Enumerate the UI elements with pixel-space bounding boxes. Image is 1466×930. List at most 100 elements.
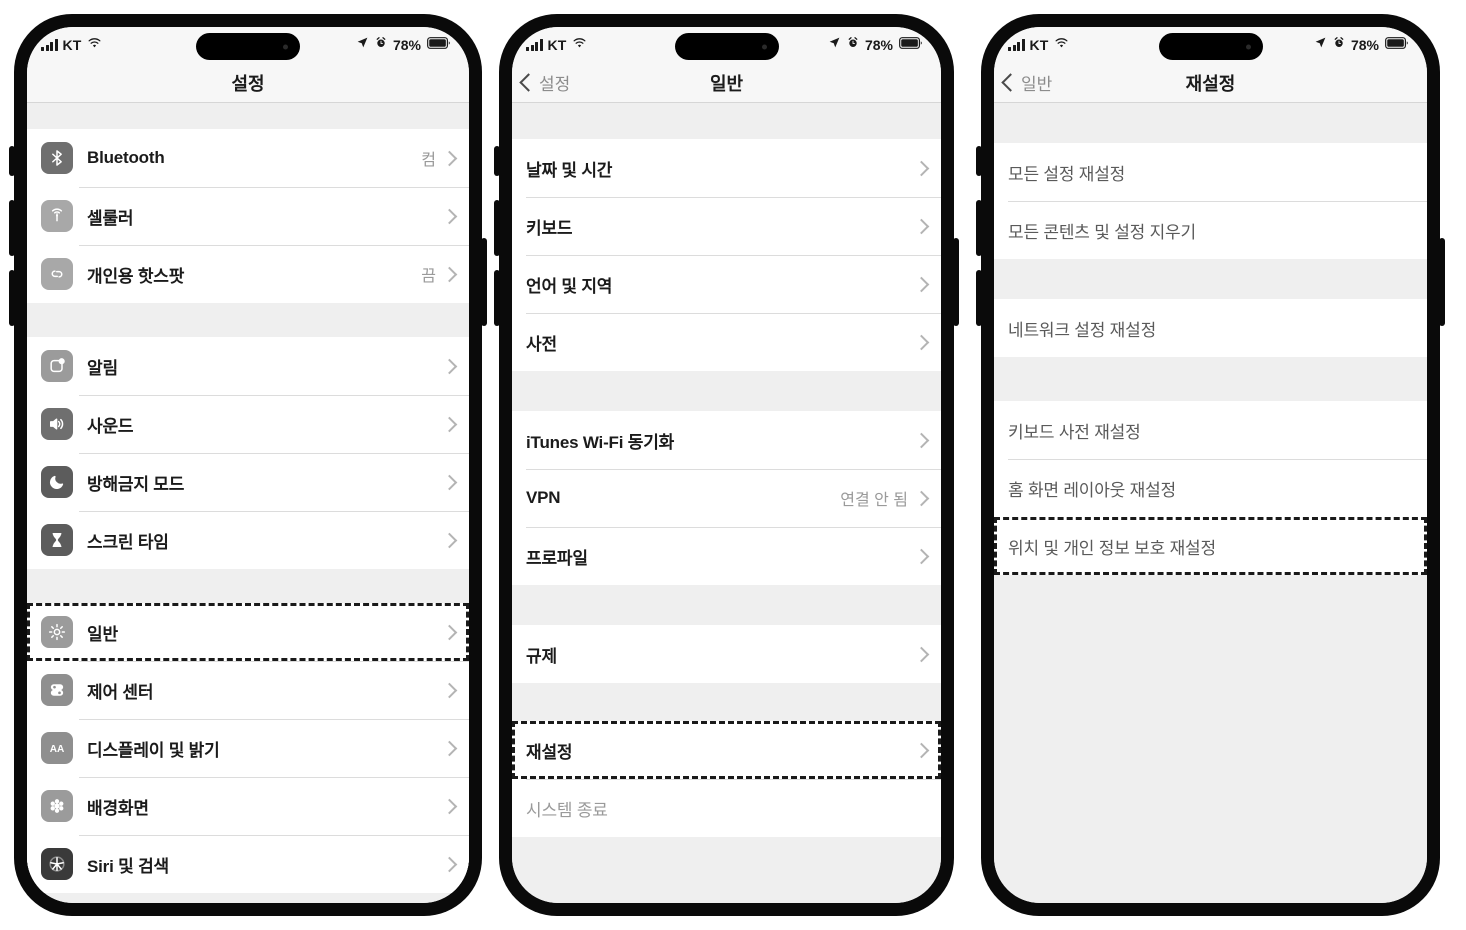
chevron-left-icon bbox=[519, 73, 538, 92]
list-item[interactable]: 날짜 및 시간 bbox=[512, 139, 941, 197]
list-section: 네트워크 설정 재설정 bbox=[994, 299, 1427, 357]
dynamic-island bbox=[196, 33, 300, 60]
list-item-label: 사운드 bbox=[87, 416, 134, 436]
list-item[interactable]: 규제 bbox=[512, 625, 941, 683]
list-item-label: Siri 및 검색 bbox=[87, 856, 169, 876]
list-item-label: 홈 화면 레이아웃 재설정 bbox=[1008, 480, 1176, 500]
list-item[interactable]: 모든 콘텐츠 및 설정 지우기 bbox=[994, 201, 1427, 259]
settings-list[interactable]: Bluetooth 컴 셀룰러 개인용 핫스팟 끔알림사운드방해금지 모드스크린 타임일… bbox=[27, 103, 469, 903]
cellular-icon bbox=[41, 200, 73, 232]
personal-hotspot-icon bbox=[41, 258, 73, 290]
list-item[interactable]: 홈 화면 레이아웃 재설정 bbox=[994, 459, 1427, 517]
sounds-icon bbox=[41, 408, 73, 440]
signal-bars-icon bbox=[1008, 39, 1025, 51]
list-item-label: 키보드 bbox=[526, 218, 573, 238]
settings-list[interactable]: 날짜 및 시간키보드언어 및 지역 사전 iTunes Wi-Fi 동기화 VPN 연결… bbox=[512, 103, 941, 903]
list-item[interactable]: 사운드 bbox=[27, 395, 469, 453]
back-button[interactable]: 일반 bbox=[994, 70, 1052, 95]
settings-list[interactable]: 모든 설정 재설정 모든 콘텐츠 및 설정 지우기네트워크 설정 재설정키보드 사… bbox=[994, 103, 1427, 903]
nav-bar: 설정 일반 bbox=[512, 63, 941, 103]
list-item[interactable]: 셀룰러 bbox=[27, 187, 469, 245]
volume-down-button[interactable] bbox=[494, 270, 500, 326]
chevron-right-icon bbox=[441, 474, 458, 490]
phone-screen: KT 78% 설정 Bluetooth 컴 셀룰러 개인용 핫스팟 끔 알림 사운드 방해금지 모드… bbox=[27, 27, 469, 903]
back-button[interactable]: 설정 bbox=[512, 70, 570, 95]
dynamic-island bbox=[1158, 33, 1263, 60]
list-item[interactable]: 키보드 사전 재설정 bbox=[994, 401, 1427, 459]
page-title: 일반 bbox=[709, 73, 744, 94]
list-item[interactable]: 재설정 bbox=[512, 721, 941, 779]
list-item-label: 위치 및 개인 정보 보호 재설정 bbox=[1008, 538, 1216, 558]
list-item-label: 배경화면 bbox=[87, 798, 149, 818]
list-item[interactable]: iTunes Wi-Fi 동기화 bbox=[512, 411, 941, 469]
list-section: 알림사운드방해금지 모드스크린 타임 bbox=[27, 337, 469, 569]
power-button[interactable] bbox=[481, 238, 487, 326]
list-item[interactable]: 시스템 종료 bbox=[512, 779, 941, 837]
back-button-label: 설정 bbox=[539, 75, 571, 94]
list-item[interactable]: 키보드 bbox=[512, 197, 941, 255]
status-bar: KT 78% bbox=[27, 27, 469, 63]
volume-up-button[interactable] bbox=[976, 200, 982, 256]
list-item[interactable]: 일반 bbox=[27, 603, 469, 661]
alarm-clock-icon bbox=[1333, 36, 1345, 54]
volume-down-button[interactable] bbox=[9, 270, 15, 326]
list-item-label: 디스플레이 및 밝기 bbox=[87, 740, 220, 760]
list-item[interactable]: 네트워크 설정 재설정 bbox=[994, 299, 1427, 357]
list-item[interactable]: 언어 및 지역 bbox=[512, 255, 941, 313]
status-bar: KT 78% bbox=[512, 27, 941, 63]
list-item-label: 개인용 핫스팟 bbox=[87, 266, 185, 286]
chevron-right-icon bbox=[441, 532, 458, 548]
list-item-label: iTunes Wi-Fi 동기화 bbox=[526, 432, 675, 452]
power-button[interactable] bbox=[1439, 238, 1445, 326]
list-item[interactable]: Siri 및 검색 bbox=[27, 835, 469, 893]
list-item[interactable]: AA 디스플레이 및 밝기 bbox=[27, 719, 469, 777]
volume-up-button[interactable] bbox=[9, 200, 15, 256]
volume-down-button[interactable] bbox=[976, 270, 982, 326]
list-item[interactable]: 프로파일 bbox=[512, 527, 941, 585]
list-section: 일반제어 센터 AA 디스플레이 및 밝기배경화면 Siri 및 검색 bbox=[27, 603, 469, 893]
list-item-label: 스크린 타임 bbox=[87, 532, 169, 552]
chevron-right-icon bbox=[913, 646, 930, 662]
power-button[interactable] bbox=[953, 238, 959, 326]
list-item[interactable]: 위치 및 개인 정보 보호 재설정 bbox=[994, 517, 1427, 575]
chevron-right-icon bbox=[913, 160, 930, 176]
list-item[interactable]: VPN 연결 안 됨 bbox=[512, 469, 941, 527]
dynamic-island bbox=[674, 33, 779, 60]
list-item[interactable]: 방해금지 모드 bbox=[27, 453, 469, 511]
list-section: iTunes Wi-Fi 동기화 VPN 연결 안 됨 프로파일 bbox=[512, 411, 941, 585]
chevron-right-icon bbox=[441, 798, 458, 814]
list-item[interactable]: 모든 설정 재설정 bbox=[994, 143, 1427, 201]
list-item-label: 일반 bbox=[87, 624, 118, 644]
phone-settings-root: KT 78% 설정 Bluetooth 컴 셀룰러 개인용 핫스팟 끔 알림 사운드 방해금지 모드… bbox=[9, 14, 487, 916]
silent-switch[interactable] bbox=[494, 146, 500, 176]
list-item[interactable]: 개인용 핫스팟 끔 bbox=[27, 245, 469, 303]
wifi-icon bbox=[1054, 36, 1069, 54]
status-bar-left: KT bbox=[1008, 36, 1069, 54]
chevron-right-icon bbox=[913, 334, 930, 350]
list-section: 모든 설정 재설정 모든 콘텐츠 및 설정 지우기 bbox=[994, 143, 1427, 259]
silent-switch[interactable] bbox=[976, 146, 982, 176]
list-item[interactable]: 배경화면 bbox=[27, 777, 469, 835]
section-gap bbox=[994, 259, 1427, 299]
list-item[interactable]: 스크린 타임 bbox=[27, 511, 469, 569]
silent-switch[interactable] bbox=[9, 146, 15, 176]
chevron-right-icon bbox=[441, 856, 458, 872]
phone-settings-general: KT 78% 설정 일반날짜 및 시간키보드언어 및 지역 사전 iTunes Wi-Fi… bbox=[494, 14, 959, 916]
list-section: 규제 bbox=[512, 625, 941, 683]
gear-icon bbox=[41, 616, 73, 648]
section-gap bbox=[27, 569, 469, 603]
list-item[interactable]: 알림 bbox=[27, 337, 469, 395]
list-item[interactable]: 제어 센터 bbox=[27, 661, 469, 719]
nav-bar: 설정 bbox=[27, 63, 469, 103]
screenshot-stage: KT 78% 설정 Bluetooth 컴 셀룰러 개인용 핫스팟 끔 알림 사운드 방해금지 모드… bbox=[0, 0, 1466, 930]
list-section: 키보드 사전 재설정홈 화면 레이아웃 재설정위치 및 개인 정보 보호 재설정 bbox=[994, 401, 1427, 575]
wifi-icon bbox=[87, 36, 102, 54]
list-item[interactable]: 사전 bbox=[512, 313, 941, 371]
list-item[interactable]: Bluetooth 컴 bbox=[27, 129, 469, 187]
display-brightness-icon: AA bbox=[41, 732, 73, 764]
chevron-right-icon bbox=[441, 624, 458, 640]
list-item-label: Bluetooth bbox=[87, 148, 165, 167]
battery-percent-label: 78% bbox=[864, 37, 893, 53]
volume-up-button[interactable] bbox=[494, 200, 500, 256]
wallpaper-icon bbox=[41, 790, 73, 822]
